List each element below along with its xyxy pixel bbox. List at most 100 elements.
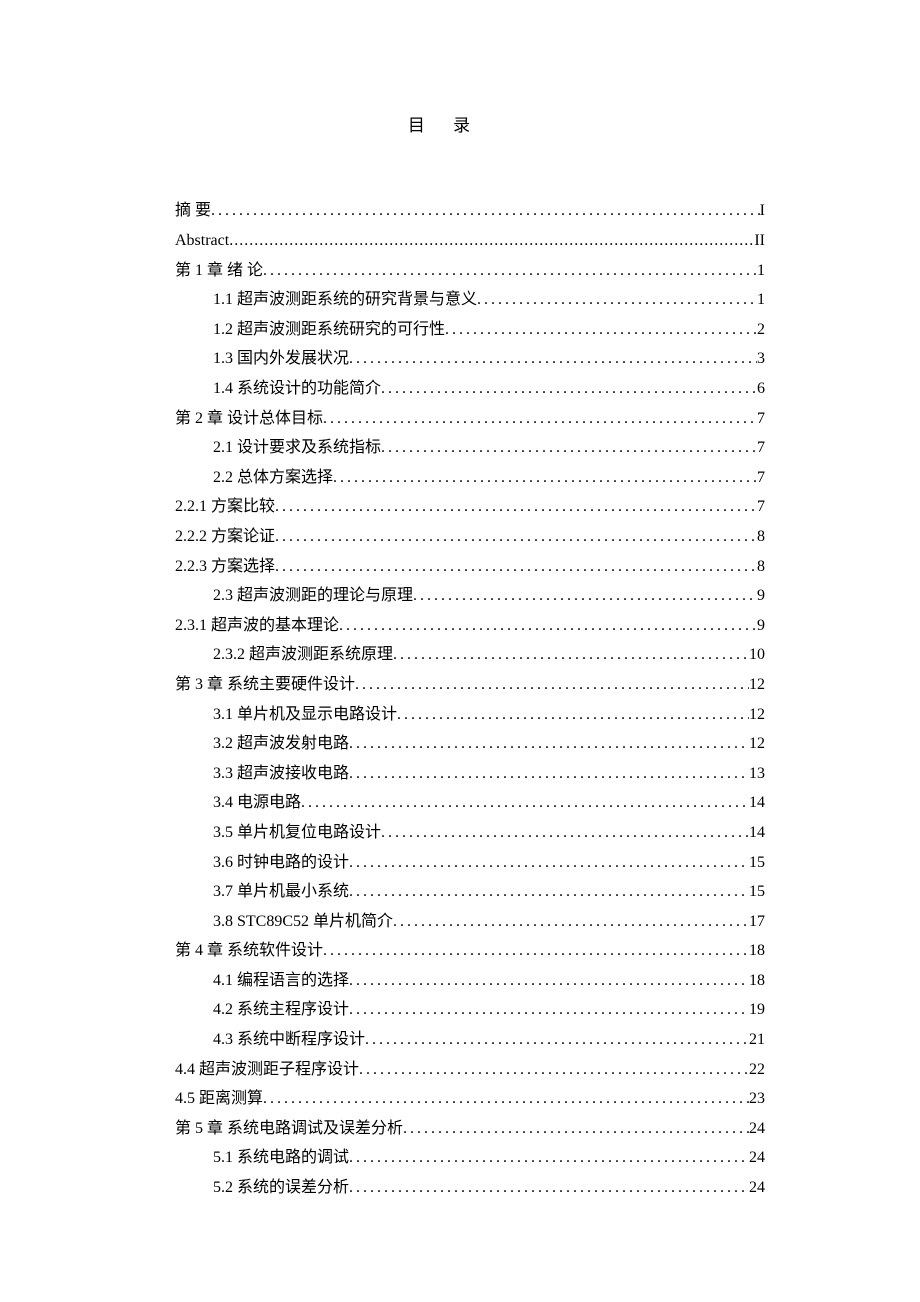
toc-container: 摘 要IAbstractII第 1 章 绪 论11.1 超声波测距系统的研究背景…	[175, 196, 765, 1202]
toc-entry: 3.3 超声波接收电路 13	[175, 759, 765, 789]
toc-entry-page: 12	[749, 700, 765, 730]
toc-entry: 1.1 超声波测距系统的研究背景与意义 1	[175, 285, 765, 315]
toc-entry-page: 10	[749, 640, 765, 670]
toc-entry-label: 5.2 系统的误差分析	[213, 1173, 349, 1203]
toc-entry-label: 1.1 超声波测距系统的研究背景与意义	[213, 285, 477, 315]
toc-entry-label: 4.1 编程语言的选择	[213, 966, 349, 996]
toc-entry: 4.4 超声波测距子程序设计22	[175, 1055, 765, 1085]
toc-entry-page: 6	[757, 374, 765, 404]
toc-entry-page: 7	[757, 463, 765, 493]
toc-entry: 3.4 电源电路14	[175, 788, 765, 818]
toc-leader	[275, 552, 757, 582]
toc-entry: 3.8 STC89C52 单片机简介 17	[175, 907, 765, 937]
toc-entry-page: 7	[757, 433, 765, 463]
toc-entry-page: 15	[749, 877, 765, 907]
toc-entry-label: 4.3 系统中断程序设计	[213, 1025, 365, 1055]
toc-entry: 4.2 系统主程序设计19	[175, 995, 765, 1025]
toc-entry: 1.4 系统设计的功能简介6	[175, 374, 765, 404]
toc-entry-label: 3.3 超声波接收电路	[213, 759, 349, 789]
toc-entry: 3.5 单片机复位电路设计 14	[175, 818, 765, 848]
toc-leader	[349, 759, 749, 789]
toc-entry-page: 8	[757, 552, 765, 582]
toc-entry-label: 5.1 系统电路的调试	[213, 1143, 349, 1173]
toc-entry-page: 13	[749, 759, 765, 789]
toc-entry-label: 第 3 章 系统主要硬件设计	[175, 670, 355, 700]
toc-leader	[349, 1173, 749, 1203]
toc-entry-page: 14	[749, 788, 765, 818]
toc-entry-label: 第 1 章 绪 论	[175, 256, 263, 286]
toc-entry-label: 3.5 单片机复位电路设计	[213, 818, 381, 848]
toc-entry-page: 14	[749, 818, 765, 848]
toc-leader	[323, 936, 749, 966]
toc-entry-label: 2.3.1 超声波的基本理论	[175, 611, 339, 641]
toc-leader	[229, 226, 754, 256]
toc-leader	[275, 492, 757, 522]
toc-leader	[349, 877, 749, 907]
toc-leader	[263, 256, 757, 286]
toc-leader	[301, 788, 749, 818]
toc-entry-label: 2.1 设计要求及系统指标	[213, 433, 381, 463]
toc-entry-label: 2.2.2 方案论证	[175, 522, 275, 552]
toc-entry-page: 8	[757, 522, 765, 552]
toc-entry-page: 1	[757, 256, 765, 286]
toc-entry-page: 17	[749, 907, 765, 937]
toc-entry: 第 2 章 设计总体目标7	[175, 404, 765, 434]
toc-entry-page: 21	[749, 1025, 765, 1055]
toc-entry-label: Abstract	[175, 226, 229, 256]
toc-leader	[381, 433, 757, 463]
toc-entry: 2.2.3 方案选择 8	[175, 552, 765, 582]
toc-entry: 2.3.2 超声波测距系统原理 10	[175, 640, 765, 670]
toc-entry-label: 2.3 超声波测距的理论与原理	[213, 581, 413, 611]
toc-leader	[211, 196, 760, 226]
toc-entry-label: 3.8 STC89C52 单片机简介	[213, 907, 393, 937]
toc-leader	[323, 404, 757, 434]
toc-leader	[349, 1143, 749, 1173]
toc-entry-page: 24	[749, 1114, 765, 1144]
toc-entry-label: 2.3.2 超声波测距系统原理	[213, 640, 393, 670]
toc-leader	[275, 522, 757, 552]
toc-entry: 摘 要I	[175, 196, 765, 226]
toc-entry-label: 1.2 超声波测距系统研究的可行性	[213, 315, 445, 345]
toc-entry: 第 4 章 系统软件设计 18	[175, 936, 765, 966]
toc-leader	[349, 995, 749, 1025]
toc-leader	[403, 1114, 749, 1144]
toc-entry-label: 2.2.1 方案比较	[175, 492, 275, 522]
toc-entry-page: 3	[757, 344, 765, 374]
toc-entry: 3.1 单片机及显示电路设计 12	[175, 700, 765, 730]
toc-entry-page: I	[760, 196, 765, 226]
toc-entry: 3.2 超声波发射电路12	[175, 729, 765, 759]
toc-entry: 2.1 设计要求及系统指标 7	[175, 433, 765, 463]
toc-entry: 1.2 超声波测距系统研究的可行性 2	[175, 315, 765, 345]
toc-entry-page: 24	[749, 1173, 765, 1203]
toc-entry: 2.3.1 超声波的基本理论9	[175, 611, 765, 641]
toc-entry-page: II	[754, 226, 765, 256]
toc-entry-label: 3.7 单片机最小系统	[213, 877, 349, 907]
toc-entry-page: 1	[757, 285, 765, 315]
toc-leader	[355, 670, 749, 700]
toc-entry-page: 2	[757, 315, 765, 345]
toc-leader	[365, 1025, 749, 1055]
toc-entry-page: 15	[749, 848, 765, 878]
toc-entry: 2.3 超声波测距的理论与原理9	[175, 581, 765, 611]
toc-leader	[349, 848, 749, 878]
toc-entry-label: 第 4 章 系统软件设计	[175, 936, 323, 966]
toc-entry-page: 18	[749, 936, 765, 966]
toc-leader	[477, 285, 757, 315]
toc-entry-label: 2.2.3 方案选择	[175, 552, 275, 582]
toc-entry: 2.2.1 方案比较 7	[175, 492, 765, 522]
toc-entry: 3.7 单片机最小系统 15	[175, 877, 765, 907]
toc-leader	[445, 315, 757, 345]
toc-entry-page: 18	[749, 966, 765, 996]
toc-entry-label: 摘 要	[175, 196, 211, 226]
toc-entry-page: 7	[757, 492, 765, 522]
toc-leader	[349, 729, 749, 759]
toc-entry-label: 1.3 国内外发展状况	[213, 344, 349, 374]
toc-entry-label: 4.5 距离测算	[175, 1084, 263, 1114]
toc-entry-page: 23	[749, 1084, 765, 1114]
toc-entry-page: 12	[749, 729, 765, 759]
toc-entry-label: 3.1 单片机及显示电路设计	[213, 700, 397, 730]
toc-entry: 1.3 国内外发展状况 3	[175, 344, 765, 374]
toc-entry: 3.6 时钟电路的设计15	[175, 848, 765, 878]
toc-entry: 第 5 章 系统电路调试及误差分析24	[175, 1114, 765, 1144]
toc-entry: 2.2.2 方案论证 8	[175, 522, 765, 552]
